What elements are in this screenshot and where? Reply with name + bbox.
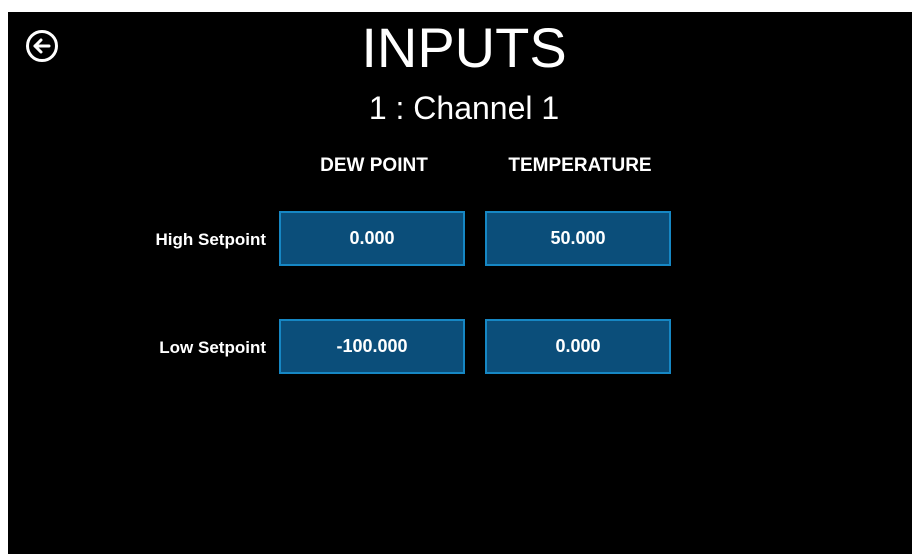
column-header-dew-point: DEW POINT (320, 155, 428, 176)
column-header-temperature: TEMPERATURE (508, 155, 652, 176)
high-setpoint-dew-point-field[interactable]: 0.000 (279, 211, 465, 266)
high-setpoint-label: High Setpoint (155, 230, 266, 249)
high-setpoint-temperature-field[interactable]: 50.000 (485, 211, 671, 266)
low-setpoint-temperature-field[interactable]: 0.000 (485, 319, 671, 374)
inputs-screen: INPUTS 1 : Channel 1 DEW POINT TEMPERATU… (8, 12, 912, 554)
low-setpoint-label: Low Setpoint (159, 338, 266, 357)
channel-subtitle: 1 : Channel 1 (368, 90, 560, 126)
low-setpoint-dew-point-field[interactable]: -100.000 (279, 319, 465, 374)
page-title: INPUTS (361, 16, 567, 79)
